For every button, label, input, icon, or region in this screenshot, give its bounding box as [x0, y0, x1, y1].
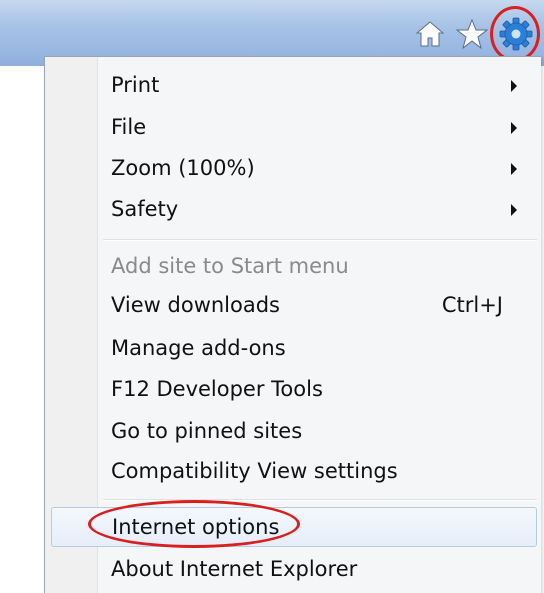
menu-item-label: View downloads — [111, 293, 280, 317]
menu-item-about-internet-explorer[interactable]: About Internet Explorer — [97, 549, 537, 589]
menu-item-view-downloads[interactable]: View downloads Ctrl+J — [97, 285, 537, 325]
submenu-arrow-icon — [511, 204, 517, 216]
menu-item-label: Add site to Start menu — [111, 254, 349, 278]
menu-item-file[interactable]: File — [97, 107, 537, 147]
menu-item-label: F12 Developer Tools — [111, 377, 323, 401]
gear-highlight-ring — [490, 6, 540, 62]
menu-item-label: Manage add-ons — [111, 336, 286, 360]
menu-item-label: Print — [111, 73, 160, 97]
menu-item-shortcut: Ctrl+J — [441, 293, 503, 317]
menu-item-zoom[interactable]: Zoom (100%) — [97, 148, 537, 188]
menu-item-go-to-pinned-sites[interactable]: Go to pinned sites — [97, 411, 537, 451]
menu-item-label: Zoom (100%) — [111, 156, 255, 180]
submenu-arrow-icon — [511, 80, 517, 92]
internet-options-highlight-ring — [88, 500, 300, 548]
menu-item-label: Go to pinned sites — [111, 419, 303, 443]
menu-item-label: About Internet Explorer — [111, 557, 358, 581]
submenu-arrow-icon — [511, 163, 517, 175]
home-icon[interactable] — [410, 14, 450, 54]
menu-separator — [103, 239, 537, 241]
menu-item-add-site-to-start-menu: Add site to Start menu — [97, 246, 537, 286]
menu-item-print[interactable]: Print — [97, 65, 537, 105]
menu-item-label: Compatibility View settings — [111, 459, 398, 483]
menu-item-label: Safety — [111, 197, 179, 221]
menu-item-compatibility-view-settings[interactable]: Compatibility View settings — [97, 451, 537, 491]
menu-item-safety[interactable]: Safety — [97, 189, 537, 229]
submenu-arrow-icon — [511, 122, 517, 134]
menu-item-label: File — [111, 115, 147, 139]
menu-item-f12-developer-tools[interactable]: F12 Developer Tools — [97, 369, 537, 409]
menu-item-manage-add-ons[interactable]: Manage add-ons — [97, 328, 537, 368]
star-icon[interactable] — [452, 14, 492, 54]
